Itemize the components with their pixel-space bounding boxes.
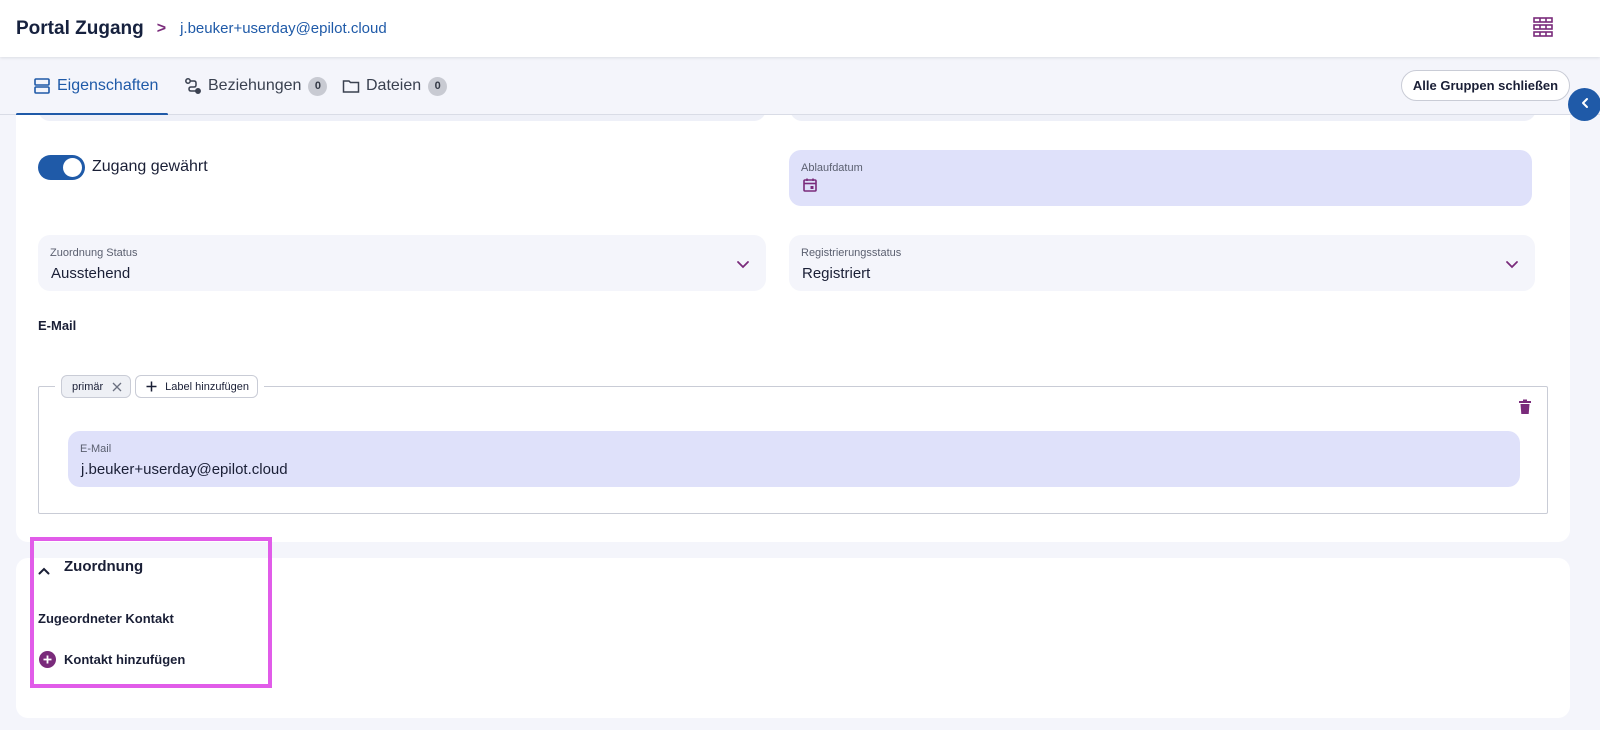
field-value: j.beuker+userday@epilot.cloud — [81, 461, 288, 478]
count-badge: 0 — [428, 76, 448, 96]
close-icon[interactable] — [112, 382, 122, 392]
breadcrumb-separator: > — [156, 19, 167, 37]
tab-beziehungen[interactable]: Beziehungen 0 — [184, 57, 328, 115]
field-above — [790, 115, 1536, 121]
chevron-down-icon — [736, 257, 750, 269]
field-label: Registrierungsstatus — [801, 247, 902, 259]
tab-eigenschaften[interactable]: Eigenschaften — [16, 57, 168, 116]
collapse-panel-button[interactable] — [1568, 88, 1600, 121]
plus-circle-icon — [39, 651, 56, 668]
access-toggle[interactable] — [38, 155, 85, 180]
chip-label: Label hinzufügen — [165, 380, 249, 393]
email-field[interactable]: E-Mail j.beuker+userday@epilot.cloud — [68, 431, 1520, 487]
chevron-down-icon — [1505, 257, 1519, 269]
chevron-left-icon — [1579, 96, 1591, 114]
count-badge: 0 — [308, 76, 328, 96]
email-label-chips: primär Label hinzufügen — [55, 375, 264, 398]
tab-label: Dateien — [366, 77, 422, 94]
assignment-status-select[interactable]: Zuordnung Status Ausstehend — [38, 235, 766, 291]
field-label: Zuordnung Status — [50, 247, 138, 259]
page-title: Portal Zugang — [16, 17, 144, 39]
assignment-card: Zuordnung Zugeordneter Kontakt Kontakt h… — [16, 558, 1570, 718]
tab-bar: Eigenschaften Beziehungen 0 Dateien 0 — [0, 57, 1600, 116]
add-label-button[interactable]: Label hinzufügen — [135, 375, 258, 398]
chip-label: primär — [72, 380, 104, 393]
field-value: Registriert — [802, 265, 871, 282]
close-all-groups-button[interactable]: Alle Gruppen schließen — [1401, 70, 1570, 101]
assigned-contact-title: Zugeordneter Kontakt — [38, 611, 174, 626]
page-header: Portal Zugang > j.beuker+userday@epilot.… — [0, 0, 1600, 57]
tab-label: Beziehungen — [208, 77, 302, 94]
email-group: primär Label hinzufügen E-Mail j.beuker+… — [38, 375, 1548, 514]
primary-chip[interactable]: primär — [61, 375, 132, 398]
grid-icon[interactable] — [1532, 16, 1554, 38]
properties-card: Zugang gewährt Ablaufdatum Zuordnung Sta… — [16, 115, 1570, 542]
access-toggle-label: Zugang gewährt — [92, 158, 208, 175]
field-label: E-Mail — [80, 443, 112, 455]
add-contact-label: Kontakt hinzufügen — [64, 652, 186, 667]
breadcrumb-email[interactable]: j.beuker+userday@epilot.cloud — [180, 20, 387, 37]
folder-icon — [342, 77, 360, 95]
registration-status-select[interactable]: Registrierungsstatus Registriert — [789, 235, 1535, 291]
field-above — [38, 115, 766, 121]
chevron-up-icon — [38, 562, 50, 580]
plus-icon — [146, 381, 157, 392]
expiry-date-field[interactable]: Ablaufdatum — [789, 150, 1532, 206]
trash-icon[interactable] — [1518, 399, 1532, 415]
field-label: Ablaufdatum — [801, 162, 863, 174]
add-contact-button[interactable]: Kontakt hinzufügen — [39, 651, 185, 668]
field-value: Ausstehend — [51, 265, 131, 282]
calendar-icon[interactable] — [802, 177, 818, 193]
toggle-knob — [63, 158, 82, 177]
tab-dateien[interactable]: Dateien 0 — [342, 57, 448, 115]
database-icon — [33, 77, 51, 95]
email-section-title: E-Mail — [38, 318, 77, 333]
relations-icon — [184, 77, 202, 95]
tab-label: Eigenschaften — [57, 77, 159, 94]
assignment-group-title: Zuordnung — [64, 558, 144, 575]
